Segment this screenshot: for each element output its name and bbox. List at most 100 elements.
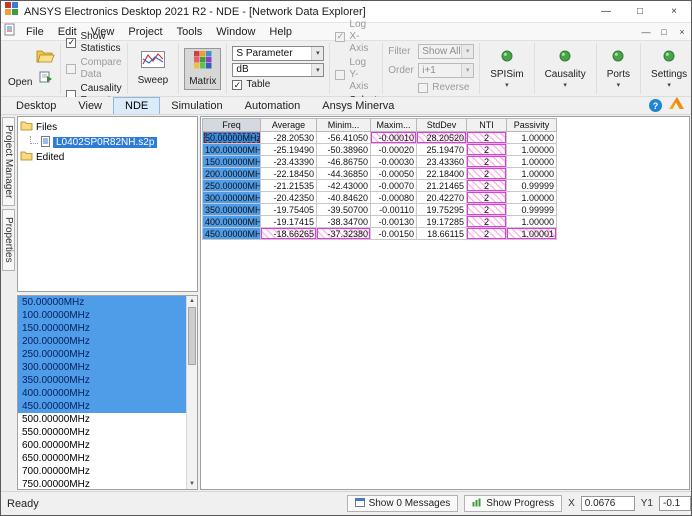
column-header-minim[interactable]: Minim...	[317, 119, 371, 132]
log-y-axis-checkbox[interactable]: Log Y-Axis	[335, 57, 377, 93]
freq-cell[interactable]: 450.00000MHz	[203, 228, 261, 240]
frequency-item[interactable]: 650.00000MHz	[18, 452, 186, 465]
tab-desktop[interactable]: Desktop	[5, 97, 67, 114]
frequency-item[interactable]: 400.00000MHz	[18, 387, 186, 400]
frequency-scrollbar[interactable]: ▲ ▼	[186, 296, 197, 489]
x-coordinate-field[interactable]: 0.0676	[581, 496, 635, 511]
spisim-button[interactable]: SPISim ▾	[485, 46, 528, 92]
column-header-nti[interactable]: NTI	[467, 119, 507, 132]
frequency-item[interactable]: 150.00000MHz	[18, 322, 186, 335]
filter-select[interactable]: Show All▾	[418, 44, 474, 59]
y1-coordinate-field[interactable]: -0.1	[659, 496, 691, 511]
stat-cell[interactable]: -21.21535	[261, 180, 317, 192]
stat-cell[interactable]: -40.84620	[317, 192, 371, 204]
frequency-item[interactable]: 750.00000MHz	[18, 478, 186, 489]
freq-cell[interactable]: 150.00000MHz	[203, 156, 261, 168]
show-messages-button[interactable]: Show 0 Messages	[347, 495, 459, 512]
stat-cell[interactable]: -0.00050	[371, 168, 417, 180]
stat-cell[interactable]: 25.19470	[417, 144, 467, 156]
sweep-button[interactable]: Sweep	[133, 48, 174, 89]
minimize-button[interactable]: —	[589, 1, 623, 22]
stat-cell[interactable]: -0.00110	[371, 204, 417, 216]
settings-button[interactable]: Settings ▾	[646, 46, 692, 92]
tab-ansys-minerva[interactable]: Ansys Minerva	[311, 97, 405, 114]
frequency-item[interactable]: 550.00000MHz	[18, 426, 186, 439]
frequency-item[interactable]: 300.00000MHz	[18, 361, 186, 374]
frequency-item[interactable]: 350.00000MHz	[18, 374, 186, 387]
stat-cell[interactable]: 0.99999	[507, 204, 557, 216]
freq-cell[interactable]: 350.00000MHz	[203, 204, 261, 216]
order-select[interactable]: i+1▾	[418, 63, 474, 78]
stat-cell[interactable]: -37.32380	[317, 228, 371, 240]
frequency-item[interactable]: 50.00000MHz	[18, 296, 186, 309]
freq-cell[interactable]: 100.00000MHz	[203, 144, 261, 156]
stat-cell[interactable]: -0.00150	[371, 228, 417, 240]
stat-cell[interactable]: 21.21465	[417, 180, 467, 192]
unit-select[interactable]: dB▾	[232, 63, 324, 78]
stat-cell[interactable]: -18.66265	[261, 228, 317, 240]
tab-automation[interactable]: Automation	[234, 97, 312, 114]
column-header-stddev[interactable]: StdDev	[417, 119, 467, 132]
stat-cell[interactable]: -0.00070	[371, 180, 417, 192]
column-header-average[interactable]: Average	[261, 119, 317, 132]
stat-cell[interactable]: 2	[467, 204, 507, 216]
frequency-item[interactable]: 600.00000MHz	[18, 439, 186, 452]
freq-cell[interactable]: 400.00000MHz	[203, 216, 261, 228]
stat-cell[interactable]: -0.00030	[371, 156, 417, 168]
snp-file-item[interactable]: L0402SP0R82NH.s2p	[30, 135, 195, 150]
sidebar-tab-properties[interactable]: Properties	[2, 209, 15, 271]
frequency-item[interactable]: 450.00000MHz	[18, 400, 186, 413]
tab-nde[interactable]: NDE	[113, 97, 160, 114]
open-button[interactable]: Open	[8, 77, 32, 88]
stat-cell[interactable]: 1.00001	[507, 228, 557, 240]
stat-cell[interactable]: 2	[467, 132, 507, 144]
stat-cell[interactable]: 1.00000	[507, 216, 557, 228]
frequency-item[interactable]: 700.00000MHz	[18, 465, 186, 478]
column-header-passivity[interactable]: Passivity	[507, 119, 557, 132]
tab-simulation[interactable]: Simulation	[160, 97, 233, 114]
stat-cell[interactable]: -0.00080	[371, 192, 417, 204]
stat-cell[interactable]: -20.42350	[261, 192, 317, 204]
stat-cell[interactable]: 1.00000	[507, 144, 557, 156]
stat-cell[interactable]: 2	[467, 180, 507, 192]
frequency-item[interactable]: 100.00000MHz	[18, 309, 186, 322]
freq-cell[interactable]: 50.00000MHz	[203, 132, 261, 144]
menu-project[interactable]: Project	[121, 23, 169, 40]
stat-cell[interactable]: 2	[467, 192, 507, 204]
stat-cell[interactable]: 20.42270	[417, 192, 467, 204]
stat-cell[interactable]: 19.75295	[417, 204, 467, 216]
tab-view[interactable]: View	[67, 97, 113, 114]
stat-cell[interactable]: 2	[467, 216, 507, 228]
stat-cell[interactable]: -46.86750	[317, 156, 371, 168]
menu-file[interactable]: File	[19, 23, 51, 40]
reverse-checkbox[interactable]: Reverse	[418, 82, 469, 94]
stat-cell[interactable]: 28.20520	[417, 132, 467, 144]
stat-cell[interactable]: 1.00000	[507, 156, 557, 168]
scrollbar-thumb[interactable]	[188, 307, 196, 365]
open-folder-icon[interactable]	[36, 49, 55, 68]
stat-cell[interactable]: -22.18450	[261, 168, 317, 180]
stat-cell[interactable]: -25.19490	[261, 144, 317, 156]
causality-button[interactable]: Causality ▾	[540, 46, 591, 92]
menu-window[interactable]: Window	[209, 23, 262, 40]
stat-cell[interactable]: -0.00130	[371, 216, 417, 228]
stat-cell[interactable]: -19.17415	[261, 216, 317, 228]
child-close-button[interactable]: ×	[673, 24, 691, 40]
stat-cell[interactable]: 19.17285	[417, 216, 467, 228]
menu-help[interactable]: Help	[262, 23, 299, 40]
help-icon[interactable]: ?	[649, 99, 662, 112]
stat-cell[interactable]: 0.99999	[507, 180, 557, 192]
stat-cell[interactable]: 2	[467, 156, 507, 168]
freq-cell[interactable]: 300.00000MHz	[203, 192, 261, 204]
stat-cell[interactable]: -0.00020	[371, 144, 417, 156]
table-checkbox[interactable]: Table	[232, 79, 324, 91]
stat-cell[interactable]: -50.38960	[317, 144, 371, 156]
files-folder-item[interactable]: Files	[20, 120, 195, 135]
column-header-freq[interactable]: Freq	[203, 119, 261, 132]
sidebar-tab-project-manager[interactable]: Project Manager	[2, 117, 15, 206]
frequency-item[interactable]: 500.00000MHz	[18, 413, 186, 426]
scroll-down-icon[interactable]: ▼	[187, 479, 197, 489]
stat-cell[interactable]: 1.00000	[507, 168, 557, 180]
matrix-button[interactable]: Matrix	[184, 48, 221, 90]
stat-cell[interactable]: 23.43360	[417, 156, 467, 168]
